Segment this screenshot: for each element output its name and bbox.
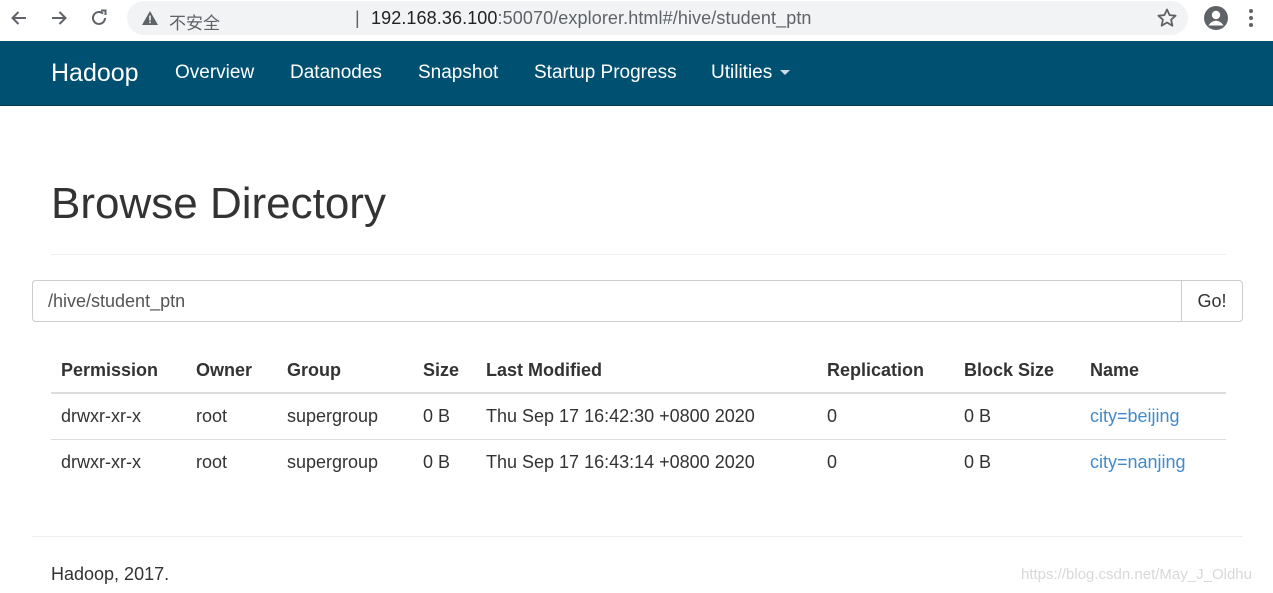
go-button[interactable]: Go! — [1181, 280, 1243, 322]
directory-path-input[interactable] — [32, 280, 1182, 322]
cell-group: supergroup — [277, 393, 413, 440]
table-row: drwxr-xr-x root supergroup 0 B Thu Sep 1… — [51, 440, 1226, 486]
cell-group: supergroup — [287, 452, 379, 472]
bookmark-star-icon[interactable] — [1156, 7, 1178, 29]
directory-table: Permission Owner Group Size Last Modifie… — [51, 348, 1226, 485]
cell-replication: 0 — [827, 452, 838, 472]
watermark-text: https://blog.csdn.net/May_J_Oldhu — [1021, 566, 1252, 583]
footer-divider — [32, 536, 1243, 537]
nav-item-datanodes[interactable]: Datanodes — [290, 62, 382, 84]
table-header-row: Permission Owner Group Size Last Modifie… — [51, 348, 1226, 394]
url-host: 192.168.36.100 — [371, 8, 498, 28]
cell-size: 0 B — [413, 393, 476, 440]
title-divider — [51, 254, 1226, 255]
address-bar[interactable]: 不安全 | 192.168.36.100:50070/explorer.html… — [127, 1, 1188, 35]
column-header-group[interactable]: Group — [277, 348, 413, 394]
security-label: 不安全 — [169, 14, 220, 33]
column-header-replication[interactable]: Replication — [817, 348, 954, 394]
cell-permission: drwxr-xr-x — [61, 452, 141, 472]
page-title: Browse Directory — [51, 179, 386, 228]
reload-button[interactable] — [83, 4, 115, 32]
browser-toolbar: 不安全 | 192.168.36.100:50070/explorer.html… — [0, 0, 1273, 41]
reload-icon — [92, 9, 107, 25]
cell-replication: 0 — [817, 393, 954, 440]
brand-link[interactable]: Hadoop — [51, 59, 139, 88]
cell-last-modified: Thu Sep 17 16:43:14 +0800 2020 — [486, 452, 755, 472]
url-path: :50070/explorer.html#/hive/student_ptn — [497, 8, 812, 28]
nav-item-utilities-label: Utilities — [711, 62, 773, 83]
cell-block-size: 0 B — [964, 452, 992, 472]
cell-block-size: 0 B — [954, 393, 1080, 440]
column-header-name[interactable]: Name — [1080, 348, 1226, 394]
forward-button[interactable] — [43, 4, 75, 32]
cell-size: 0 B — [423, 452, 451, 472]
cell-owner: root — [196, 452, 228, 472]
top-navbar: Hadoop Overview Datanodes Snapshot Start… — [0, 41, 1273, 106]
cell-last-modified: Thu Sep 17 16:42:30 +0800 2020 — [476, 393, 817, 440]
nav-item-utilities[interactable]: Utilities — [711, 62, 791, 84]
menu-kebab-icon[interactable] — [1246, 6, 1256, 30]
table-row: drwxr-xr-x root supergroup 0 B Thu Sep 1… — [51, 393, 1226, 440]
directory-link-nanjing[interactable]: city=nanjing — [1090, 452, 1186, 472]
column-header-permission[interactable]: Permission — [51, 348, 186, 394]
warning-icon — [142, 11, 158, 25]
column-header-size[interactable]: Size — [413, 348, 476, 394]
cell-name: city=nanjing — [1080, 440, 1226, 486]
cell-permission: drwxr-xr-x — [51, 393, 186, 440]
nav-item-startup-progress[interactable]: Startup Progress — [534, 62, 677, 84]
back-button[interactable] — [3, 4, 35, 32]
directory-link-beijing[interactable]: city=beijing — [1090, 406, 1180, 426]
footer-copyright: Hadoop, 2017. — [51, 564, 170, 584]
cell-owner: root — [186, 393, 277, 440]
arrow-right-icon — [52, 11, 67, 25]
nav-item-snapshot[interactable]: Snapshot — [418, 62, 498, 84]
arrow-left-icon — [11, 11, 26, 25]
profile-avatar-icon[interactable] — [1203, 5, 1229, 31]
column-header-last-modified[interactable]: Last Modified — [476, 348, 817, 394]
column-header-block-size[interactable]: Block Size — [954, 348, 1080, 394]
url-text[interactable]: 192.168.36.100:50070/explorer.html#/hive… — [371, 8, 812, 29]
column-header-owner[interactable]: Owner — [186, 348, 277, 394]
url-separator: | — [355, 8, 360, 28]
nav-item-overview[interactable]: Overview — [175, 62, 254, 84]
cell-name: city=beijing — [1080, 393, 1226, 440]
caret-down-icon — [780, 70, 791, 76]
